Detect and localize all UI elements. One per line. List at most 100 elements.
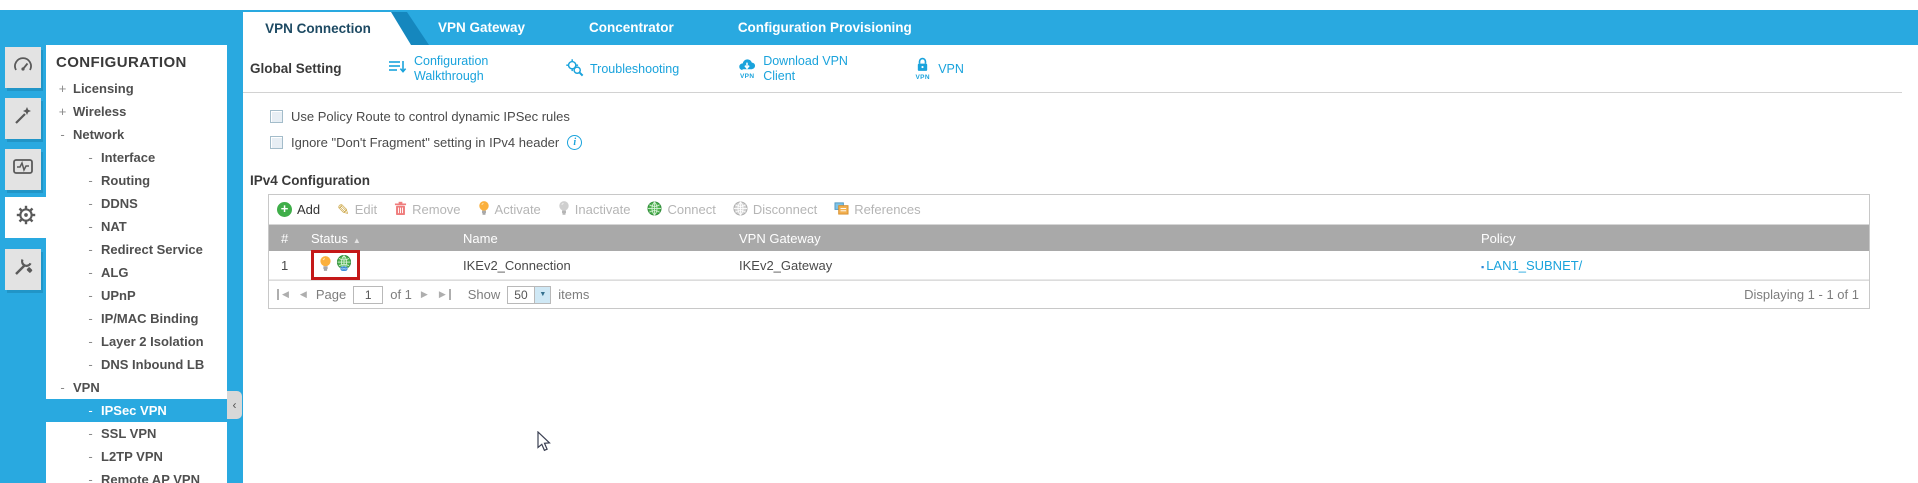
sidebar-item-licensing[interactable]: +Licensing <box>46 77 227 100</box>
dashboard-icon <box>11 53 35 82</box>
icon-caption: VPN <box>916 75 930 82</box>
wrench-icon <box>11 255 35 284</box>
status-annotation-box <box>311 250 360 280</box>
sidebar-title: CONFIGURATION <box>46 45 227 77</box>
displaying-count: Displaying 1 - 1 of 1 <box>1744 287 1859 302</box>
sidebar-item-dns-inbound-lb[interactable]: -DNS Inbound LB <box>46 353 227 376</box>
troubleshooting-gear-search-icon <box>564 57 584 80</box>
download-vpn-client-link[interactable]: VPN Download VPN Client <box>737 54 855 83</box>
disconnect-button[interactable]: Disconnect <box>733 201 817 219</box>
column-header-num[interactable]: # <box>269 231 305 246</box>
sidebar-item-layer-2-isolation[interactable]: -Layer 2 Isolation <box>46 330 227 353</box>
page-size-value: 50 <box>508 287 534 303</box>
row-vpn-gateway: IKEv2_Gateway <box>731 258 1473 273</box>
column-header-name[interactable]: Name <box>455 231 731 246</box>
edit-button[interactable]: ✎ Edit <box>337 201 377 219</box>
top-tab-bar: VPN Connection VPN Gateway Concentrator … <box>0 10 1918 45</box>
inactivate-button[interactable]: Inactivate <box>558 200 631 219</box>
sidebar-item-upnp[interactable]: -UPnP <box>46 284 227 307</box>
connected-globe-icon <box>336 255 352 275</box>
column-header-status[interactable]: Status▲ <box>305 231 455 246</box>
sidebar-item-ipsec-vpn[interactable]: -IPSec VPN <box>46 399 227 422</box>
connect-button[interactable]: Connect <box>647 201 715 219</box>
sidebar-collapse-handle[interactable]: ‹ <box>227 391 242 419</box>
policy-route-option: Use Policy Route to control dynamic IPSe… <box>270 103 1918 129</box>
sidebar-item-routing[interactable]: -Routing <box>46 169 227 192</box>
page-number-input[interactable] <box>353 286 383 304</box>
inactivate-bulb-icon <box>558 200 570 219</box>
sidebar-item-wireless[interactable]: +Wireless <box>46 100 227 123</box>
setup-wizard-nav-button[interactable] <box>5 98 41 139</box>
sidebar-item-alg[interactable]: -ALG <box>46 261 227 284</box>
tab-concentrator[interactable]: Concentrator <box>583 10 680 45</box>
ipv4-connection-table: + Add ✎ Edit Remove Activate <box>268 194 1870 309</box>
sort-ascending-icon: ▲ <box>353 236 361 245</box>
page-label: Page <box>316 287 346 302</box>
configuration-walkthrough-link[interactable]: Configuration Walkthrough <box>386 54 506 83</box>
table-pagination: ◀ ◀ Page of 1 ▶ ▶ Show 50 ▼ items Displa… <box>269 280 1869 308</box>
lock-icon <box>913 56 932 76</box>
table-header-row: # Status▲ Name VPN Gateway Policy <box>269 225 1869 251</box>
sidebar-item-ssl-vpn[interactable]: -SSL VPN <box>46 422 227 445</box>
table-row[interactable]: 1 IKEv2_Connection IKEv2_Gateway ▪ LAN1_… <box>269 251 1869 280</box>
cloud-download-icon <box>737 57 757 75</box>
sidebar-item-interface[interactable]: -Interface <box>46 146 227 169</box>
troubleshooting-link[interactable]: Troubleshooting <box>564 57 679 80</box>
sidebar-item-l2tp-vpn[interactable]: -L2TP VPN <box>46 445 227 468</box>
policy-link[interactable]: ▪ LAN1_SUBNET/ <box>1481 258 1582 273</box>
first-page-button[interactable]: ◀ <box>277 289 291 300</box>
tab-configuration-provisioning[interactable]: Configuration Provisioning <box>732 10 918 45</box>
tab-label: VPN Connection <box>243 12 393 45</box>
dropdown-arrow-icon: ▼ <box>534 287 550 303</box>
collapse-toggle[interactable]: - <box>56 123 69 146</box>
disconnect-globe-icon <box>733 201 748 219</box>
main-content: Global Setting Configuration Walkthrough… <box>243 45 1918 483</box>
sidebar-item-nat[interactable]: -NAT <box>46 215 227 238</box>
magic-wand-icon <box>11 104 35 133</box>
monitoring-nav-button[interactable] <box>5 149 41 190</box>
object-reference-icon: ▪ <box>1481 262 1484 272</box>
icon-caption: VPN <box>740 74 754 81</box>
configuration-nav-button[interactable] <box>5 197 46 238</box>
page-size-select[interactable]: 50 ▼ <box>507 286 551 304</box>
last-page-button[interactable]: ▶ <box>437 289 451 300</box>
row-number: 1 <box>269 258 305 273</box>
policy-route-checkbox[interactable] <box>270 110 283 123</box>
tab-vpn-gateway[interactable]: VPN Gateway <box>432 10 531 45</box>
column-header-policy[interactable]: Policy <box>1473 231 1869 246</box>
maintenance-nav-button[interactable] <box>5 249 41 290</box>
walkthrough-list-icon <box>386 58 408 79</box>
sidebar-item-ddns[interactable]: -DDNS <box>46 192 227 215</box>
references-button[interactable]: References <box>834 201 920 218</box>
sidebar-item-ip-mac-binding[interactable]: -IP/MAC Binding <box>46 307 227 330</box>
remove-button[interactable]: Remove <box>394 201 460 219</box>
active-bulb-icon <box>319 255 332 275</box>
expand-toggle[interactable]: + <box>56 77 69 100</box>
ignore-df-checkbox[interactable] <box>270 136 283 149</box>
vpn-link[interactable]: VPN VPN <box>913 56 964 81</box>
global-setting-label: Global Setting <box>250 61 350 76</box>
show-label: Show <box>468 287 501 302</box>
row-name: IKEv2_Connection <box>455 258 731 273</box>
previous-page-button[interactable]: ◀ <box>298 289 309 300</box>
expand-toggle[interactable]: + <box>56 100 69 123</box>
sidebar-item-network[interactable]: -Network <box>46 123 227 146</box>
chevron-left-icon: ‹ <box>233 398 237 412</box>
sidebar-item-vpn[interactable]: -VPN <box>46 376 227 399</box>
dashboard-nav-button[interactable] <box>5 47 41 88</box>
next-page-button[interactable]: ▶ <box>419 289 430 300</box>
mouse-cursor <box>537 431 552 458</box>
references-icon <box>834 201 849 218</box>
sidebar-item-redirect-service[interactable]: -Redirect Service <box>46 238 227 261</box>
collapse-toggle[interactable]: - <box>56 376 69 399</box>
page-of-label: of 1 <box>390 287 412 302</box>
column-header-vpn-gateway[interactable]: VPN Gateway <box>731 231 1473 246</box>
add-button[interactable]: + Add <box>277 202 320 217</box>
activate-bulb-icon <box>478 200 490 219</box>
connect-globe-icon <box>647 201 662 219</box>
sidebar-item-remote-ap-vpn[interactable]: -Remote AP VPN <box>46 468 227 483</box>
activate-button[interactable]: Activate <box>478 200 541 219</box>
info-icon[interactable]: i <box>567 135 582 150</box>
tab-vpn-connection[interactable]: VPN Connection <box>243 12 411 45</box>
gear-icon <box>13 202 39 233</box>
